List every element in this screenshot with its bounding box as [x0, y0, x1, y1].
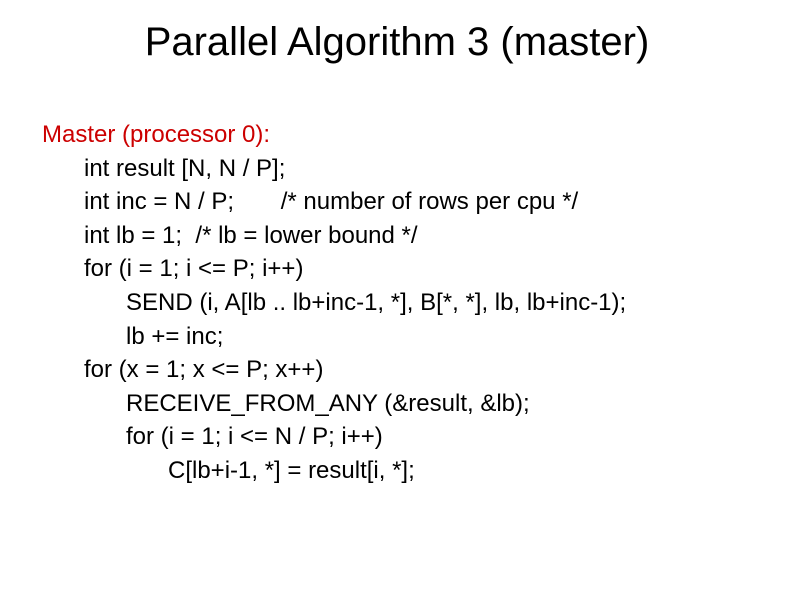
code-line: lb += inc; — [42, 320, 752, 354]
slide: Parallel Algorithm 3 (master) Master (pr… — [0, 0, 794, 595]
code-line: int lb = 1; /* lb = lower bound */ — [42, 219, 752, 253]
code-line: C[lb+i-1, *] = result[i, *]; — [42, 454, 752, 488]
slide-title: Parallel Algorithm 3 (master) — [0, 20, 794, 65]
code-line-master: Master (processor 0): — [42, 118, 752, 152]
code-block: Master (processor 0): int result [N, N /… — [42, 118, 752, 488]
code-line: SEND (i, A[lb .. lb+inc-1, *], B[*, *], … — [42, 286, 752, 320]
code-line: for (i = 1; i <= N / P; i++) — [42, 420, 752, 454]
code-line: for (i = 1; i <= P; i++) — [42, 252, 752, 286]
code-line: for (x = 1; x <= P; x++) — [42, 353, 752, 387]
code-line: RECEIVE_FROM_ANY (&result, &lb); — [42, 387, 752, 421]
code-line: int result [N, N / P]; — [42, 152, 752, 186]
code-line: int inc = N / P; /* number of rows per c… — [42, 185, 752, 219]
